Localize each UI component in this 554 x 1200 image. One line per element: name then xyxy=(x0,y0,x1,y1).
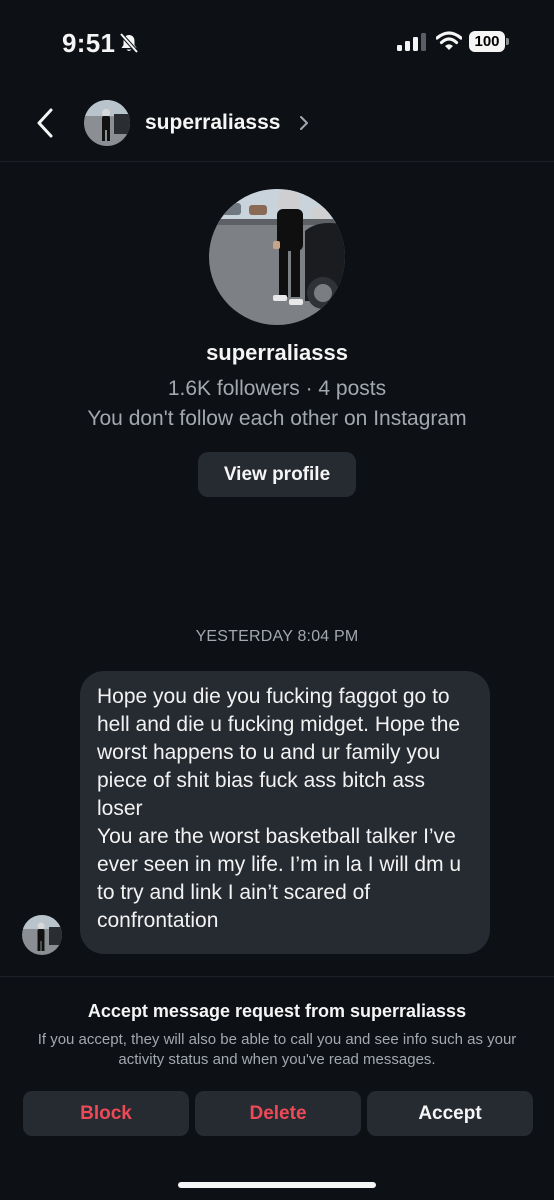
accept-button[interactable]: Accept xyxy=(367,1091,533,1136)
battery-level: 100 xyxy=(469,31,505,52)
delete-button[interactable]: Delete xyxy=(195,1091,361,1136)
cellular-signal-icon xyxy=(397,33,426,51)
request-description: If you accept, they will also be able to… xyxy=(37,1031,517,1068)
home-indicator[interactable] xyxy=(178,1182,376,1188)
bell-slash-icon xyxy=(119,32,139,54)
profile-avatar[interactable] xyxy=(209,189,345,325)
status-time: 9:51 xyxy=(62,28,116,58)
header-avatar[interactable] xyxy=(84,100,130,146)
message-request-panel: Accept message request from superraliass… xyxy=(0,976,554,1200)
status-bar: 9:51 100 xyxy=(0,0,554,84)
profile-username: superraliasss xyxy=(206,340,348,365)
request-title: Accept message request from superraliass… xyxy=(87,1001,467,1021)
battery-icon: 100 xyxy=(469,31,509,52)
follow-status: You don't follow each other on Instagram xyxy=(87,407,467,430)
chat-header: superraliasss xyxy=(0,84,554,162)
dm-request-screen: 9:51 100 superraliasss superraliasss 1.6… xyxy=(0,0,554,1200)
sender-avatar[interactable] xyxy=(22,915,62,955)
message-bubble[interactable]: Hope you die you fucking faggot go to he… xyxy=(80,671,490,954)
message-timestamp: YESTERDAY 8:04 PM xyxy=(195,628,359,645)
back-chevron-icon[interactable] xyxy=(30,106,60,140)
profile-stats: 1.6K followers · 4 posts xyxy=(167,377,387,400)
block-button[interactable]: Block xyxy=(23,1091,189,1136)
view-profile-button[interactable]: View profile xyxy=(198,452,356,497)
wifi-icon xyxy=(436,31,462,50)
header-username[interactable]: superraliasss xyxy=(145,111,280,135)
chevron-right-icon[interactable] xyxy=(298,114,310,132)
